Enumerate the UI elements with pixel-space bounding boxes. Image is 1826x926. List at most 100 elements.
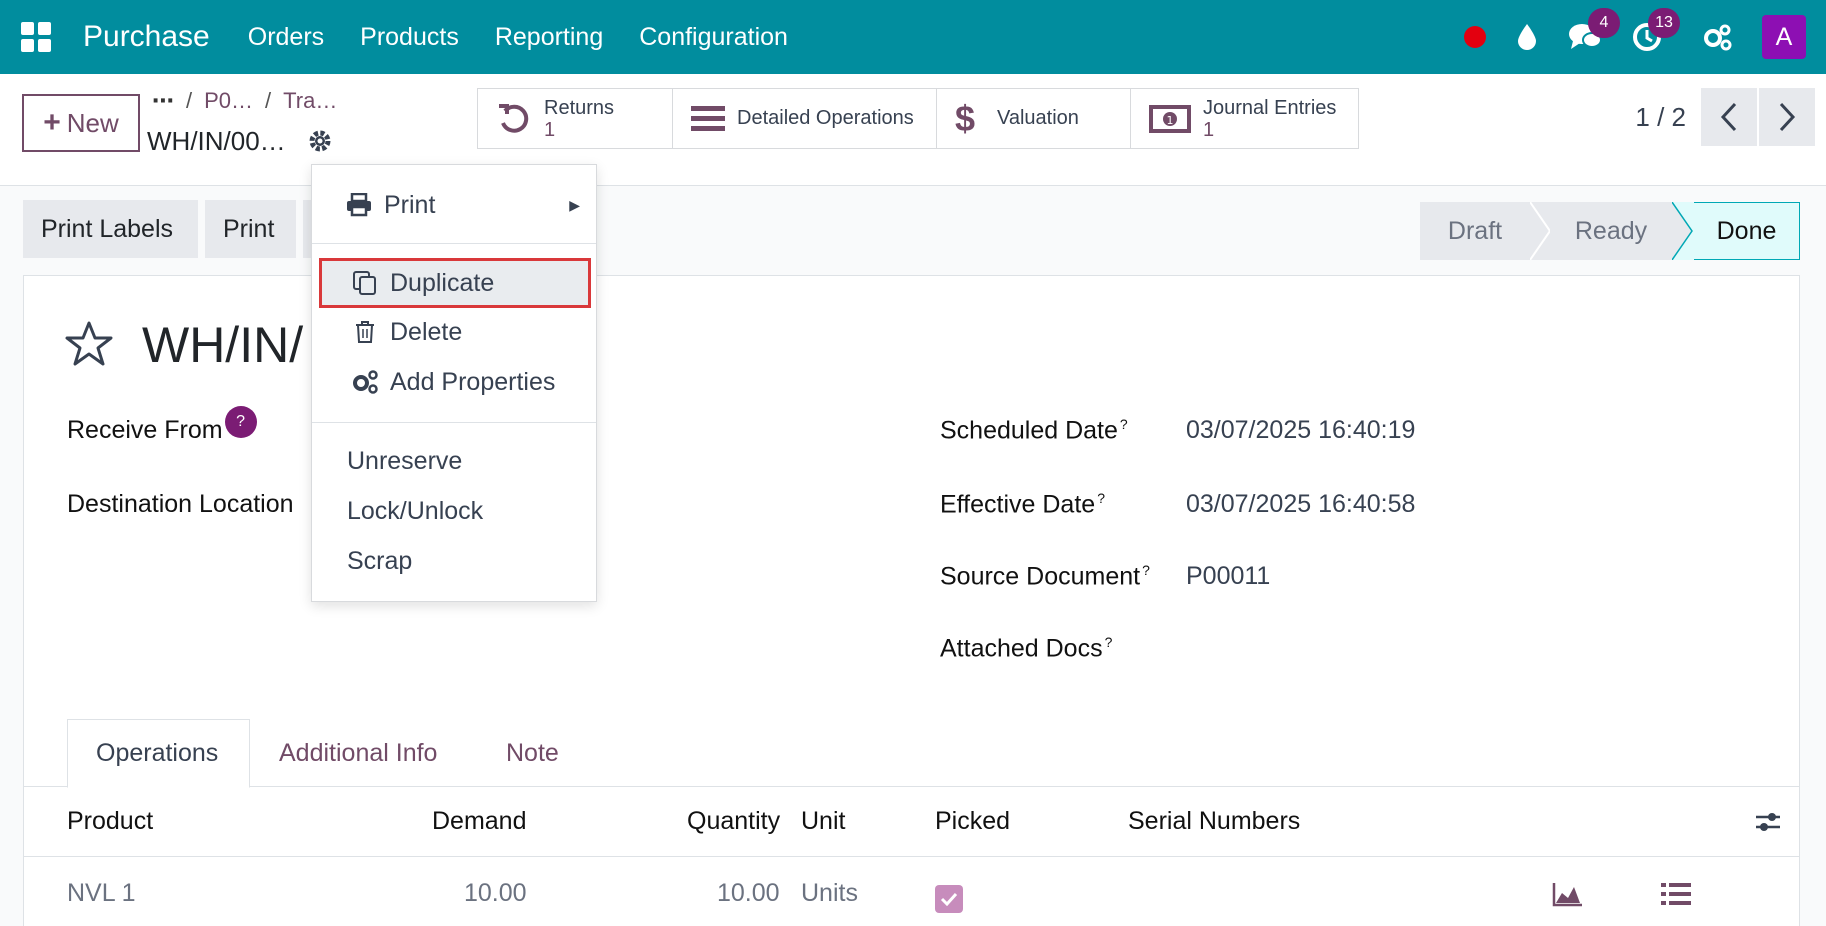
- optional-columns-icon[interactable]: [1754, 809, 1782, 842]
- returns-button[interactable]: Returns 1: [477, 88, 673, 149]
- activities-clock-icon[interactable]: 13: [1632, 8, 1680, 52]
- plus-icon: +: [43, 106, 61, 139]
- menu-configuration[interactable]: Configuration: [639, 23, 788, 52]
- stage-draft[interactable]: Draft: [1420, 202, 1530, 260]
- effective-date-label: Effective Date?: [940, 490, 1105, 519]
- dropdown-print[interactable]: Print ▶: [312, 183, 596, 227]
- smart-buttons: Returns 1 Detailed Operations $ Valuation…: [477, 88, 1359, 149]
- column-unit[interactable]: Unit: [801, 807, 845, 836]
- record-name: WH/IN/00…: [147, 126, 286, 156]
- operations-table-header: Product Demand Quantity Unit Picked Seri…: [24, 787, 1799, 857]
- help-tooltip-icon[interactable]: ?: [1105, 634, 1113, 650]
- column-demand[interactable]: Demand: [432, 807, 527, 836]
- dropdown-lock-unlock[interactable]: Lock/Unlock: [312, 489, 596, 533]
- breadcrumb-more-icon[interactable]: ⋯: [152, 88, 174, 114]
- gears-icon: [350, 369, 380, 395]
- settings-gears-icon[interactable]: [1702, 23, 1732, 51]
- row-product[interactable]: NVL 1: [67, 879, 136, 908]
- column-picked[interactable]: Picked: [935, 807, 1010, 836]
- breadcrumb-item-purchase-order[interactable]: P0…: [204, 88, 253, 114]
- navbar-systray: 4 13 A: [1464, 0, 1826, 74]
- destination-location-label: Destination Location: [67, 490, 294, 518]
- tab-note[interactable]: Note: [506, 719, 559, 788]
- source-document-label: Source Document?: [940, 562, 1150, 591]
- record-dot-icon[interactable]: [1464, 26, 1486, 48]
- stage-done[interactable]: Done: [1694, 202, 1800, 260]
- help-tooltip-icon[interactable]: ?: [1120, 416, 1128, 432]
- gear-actions-dropdown: Print ▶ Duplicate Delete Add Properties …: [311, 164, 597, 602]
- caret-right-icon: ▶: [569, 196, 580, 213]
- notebook-tabs: Operations Additional Info Note: [24, 719, 1799, 788]
- drop-icon[interactable]: [1516, 23, 1538, 51]
- dropdown-add-properties-label: Add Properties: [390, 367, 556, 396]
- app-brand[interactable]: Purchase: [83, 20, 210, 54]
- apps-menu-icon[interactable]: [21, 22, 51, 52]
- returns-label: Returns: [544, 96, 615, 119]
- pager-previous-button[interactable]: [1701, 88, 1757, 146]
- column-serial-numbers[interactable]: Serial Numbers: [1128, 807, 1300, 836]
- table-row[interactable]: NVL 1 10.00 10.00 Units: [24, 857, 1799, 926]
- row-unit[interactable]: Units: [801, 879, 858, 908]
- dropdown-duplicate[interactable]: Duplicate: [312, 261, 596, 305]
- journal-entries-button[interactable]: 1 Journal Entries 1: [1130, 88, 1359, 149]
- dropdown-print-label: Print: [384, 190, 436, 219]
- valuation-label: Valuation: [997, 107, 1079, 129]
- dropdown-duplicate-label: Duplicate: [390, 268, 495, 297]
- star-icon[interactable]: [64, 320, 114, 373]
- help-tooltip-icon[interactable]: ?: [1142, 562, 1150, 578]
- copy-icon: [350, 270, 380, 296]
- chevron-left-icon: [1720, 102, 1737, 132]
- print-button[interactable]: Print: [205, 200, 296, 258]
- user-avatar[interactable]: A: [1762, 15, 1806, 59]
- tab-additional-info[interactable]: Additional Info: [279, 719, 437, 788]
- menu-products[interactable]: Products: [360, 23, 459, 52]
- scheduled-date-value[interactable]: 03/07/2025 16:40:19: [1186, 416, 1415, 445]
- dollar-icon: $: [955, 97, 976, 139]
- tab-operations[interactable]: Operations: [67, 719, 250, 788]
- column-product[interactable]: Product: [67, 807, 153, 836]
- detailed-operations-label: Detailed Operations: [737, 107, 914, 129]
- pager-next-button[interactable]: [1759, 88, 1815, 146]
- money-bill-icon: 1: [1149, 104, 1191, 133]
- dropdown-delete[interactable]: Delete: [312, 310, 596, 354]
- picked-checkbox[interactable]: [935, 885, 963, 913]
- source-document-value[interactable]: P00011: [1186, 562, 1270, 591]
- print-labels-button[interactable]: Print Labels: [23, 200, 198, 258]
- printer-icon: [344, 193, 374, 217]
- detailed-operations-button[interactable]: Detailed Operations: [672, 88, 937, 149]
- breadcrumb: ⋯ / P0… / Tra…: [152, 88, 338, 114]
- forecast-chart-icon[interactable]: [1552, 881, 1584, 914]
- receive-from-label: Receive From?: [67, 406, 257, 448]
- record-title: WH/IN/: [142, 317, 304, 373]
- form-actions-row: Print Labels Print Draft Ready Done: [0, 186, 1826, 276]
- stage-ready[interactable]: Ready: [1550, 202, 1672, 260]
- returns-count: 1: [544, 118, 556, 141]
- breadcrumb-item-transfers[interactable]: Tra…: [283, 88, 337, 114]
- messages-icon[interactable]: 4: [1568, 8, 1620, 52]
- menu-orders[interactable]: Orders: [248, 23, 324, 52]
- help-badge-icon[interactable]: ?: [224, 406, 257, 438]
- effective-date-value[interactable]: 03/07/2025 16:40:58: [1186, 490, 1415, 519]
- pager-value[interactable]: 1 / 2: [1635, 102, 1686, 133]
- scheduled-date-label: Scheduled Date?: [940, 416, 1128, 445]
- undo-icon: [499, 103, 529, 133]
- dropdown-add-properties[interactable]: Add Properties: [312, 360, 596, 404]
- trash-icon: [350, 320, 380, 344]
- dropdown-scrap[interactable]: Scrap: [312, 539, 596, 583]
- help-tooltip-icon[interactable]: ?: [1097, 490, 1105, 506]
- new-button[interactable]: + New: [22, 94, 140, 152]
- dropdown-delete-label: Delete: [390, 317, 463, 346]
- column-quantity[interactable]: Quantity: [687, 807, 780, 836]
- messages-badge: 4: [1588, 8, 1620, 38]
- dropdown-unreserve[interactable]: Unreserve: [312, 439, 596, 483]
- form-sheet: WH/IN/ Receive From? Destination Locatio…: [23, 275, 1800, 926]
- svg-text:1: 1: [1167, 114, 1174, 127]
- menu-reporting[interactable]: Reporting: [495, 23, 603, 52]
- gear-icon[interactable]: [307, 128, 333, 159]
- row-demand[interactable]: 10.00: [464, 879, 527, 908]
- statusbar: Draft Ready Done: [1420, 202, 1800, 260]
- chevron-right-icon: [1779, 102, 1796, 132]
- row-quantity[interactable]: 10.00: [717, 879, 780, 908]
- valuation-button[interactable]: $ Valuation: [936, 88, 1131, 149]
- details-list-icon[interactable]: [1661, 881, 1691, 914]
